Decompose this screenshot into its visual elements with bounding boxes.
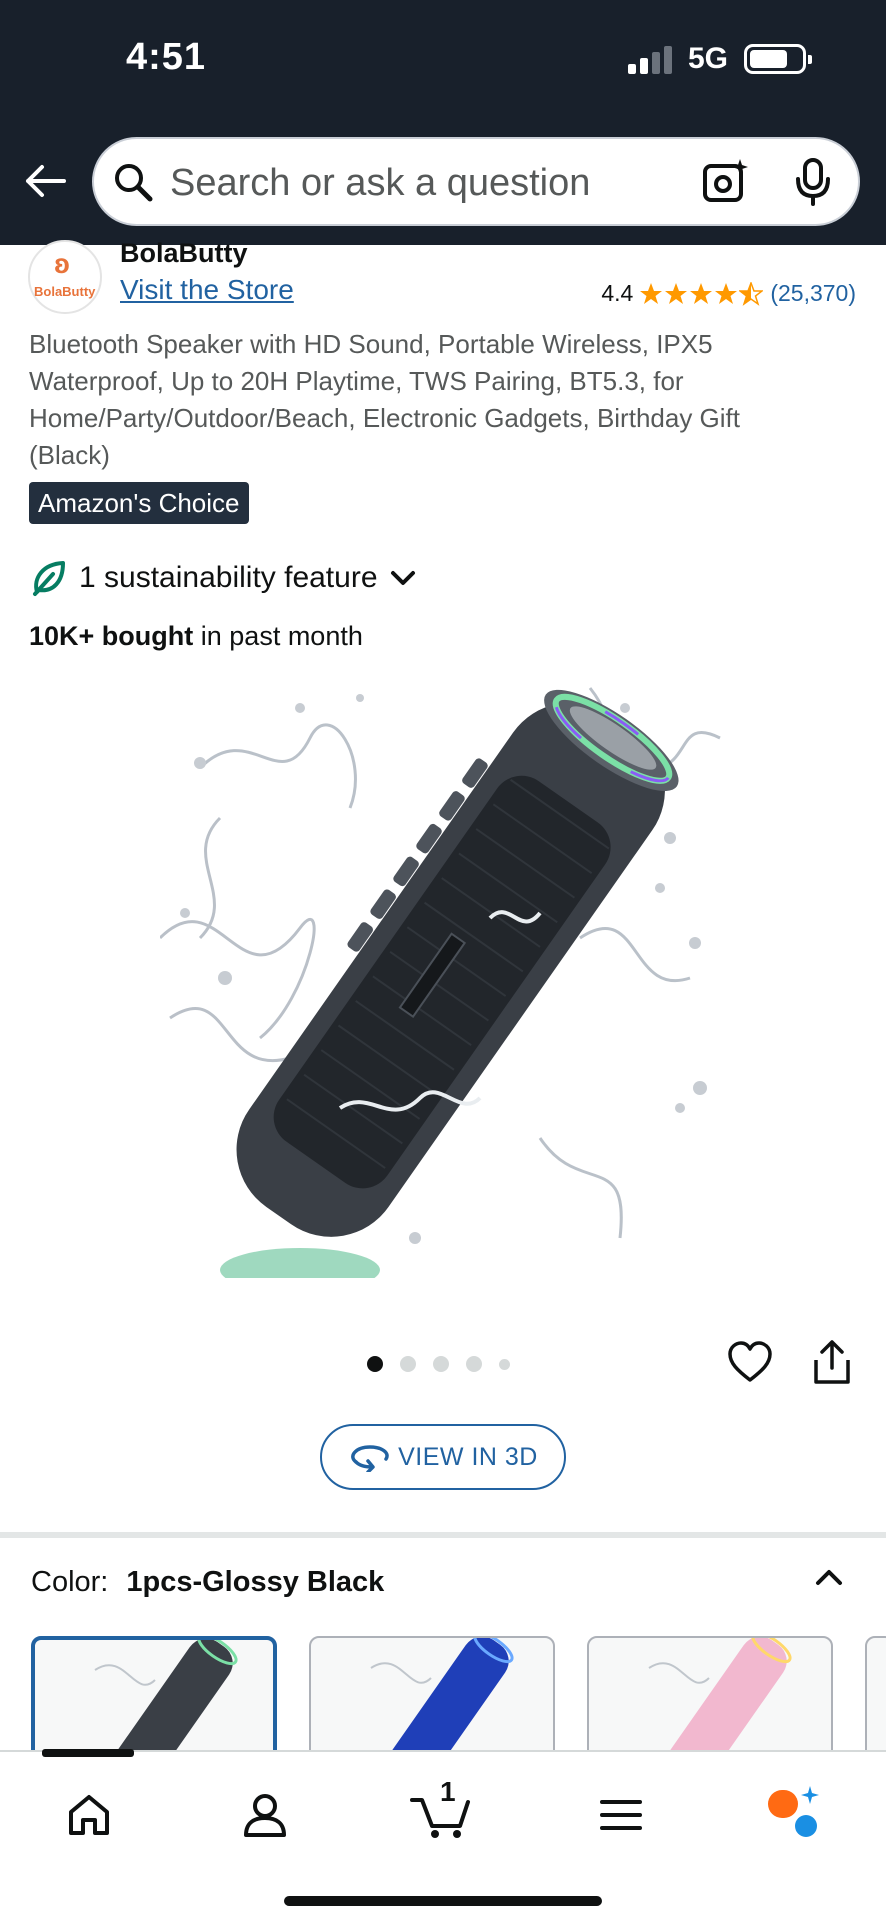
bottom-nav: 1 [0,1750,886,1920]
brand-logo-text: BolaButty [34,284,96,299]
search-bar[interactable]: Search or ask a question [92,137,860,226]
chevron-up-icon[interactable] [812,1560,846,1594]
swatch-image [94,1640,238,1752]
visit-store-link[interactable]: Visit the Store [120,274,294,306]
sustainability-label: 1 sustainability feature [79,561,378,594]
share-icon[interactable] [810,1338,854,1386]
leaf-icon [33,561,65,596]
home-indicator [284,1896,602,1906]
bought-count: 10K+ bought in past month [29,621,363,652]
bought-count-rest: in past month [193,621,363,651]
search-input[interactable]: Search or ask a question [170,162,590,205]
home-icon[interactable] [64,1790,114,1840]
rating-count: (25,370) [770,280,856,306]
rating-summary[interactable]: 4.4 (25,370) [601,280,856,307]
carousel-dot[interactable] [400,1356,416,1372]
battery-icon [744,44,812,74]
color-selector-label: Color: 1pcs-Glossy Black [31,1566,384,1599]
rating-value: 4.4 [601,280,634,306]
color-swatch-more[interactable] [865,1636,886,1756]
rotate-3d-icon [351,1445,389,1472]
back-arrow-icon[interactable] [22,158,68,204]
bought-count-bold: 10K+ bought [29,621,194,651]
half-star-icon [739,281,764,306]
color-label: Color: [31,1566,109,1598]
section-divider [0,1532,886,1538]
signal-icon [628,46,674,74]
carousel-dot[interactable] [466,1356,482,1372]
selected-swatch-indicator [42,1749,134,1757]
menu-icon[interactable] [596,1790,646,1840]
sustainability-toggle[interactable]: 1 sustainability feature [29,558,418,598]
brand-name: BolaButty [120,238,248,268]
carousel-dot[interactable] [499,1358,510,1370]
star-icon [665,282,688,304]
color-swatch-blue[interactable] [309,1636,555,1756]
microphone-icon[interactable] [794,157,832,207]
color-swatch-pink[interactable] [587,1636,833,1756]
carousel-dot[interactable] [367,1356,383,1372]
cart-button[interactable]: 1 [410,1776,474,1840]
account-icon[interactable] [240,1790,290,1840]
rufus-icon[interactable] [766,1784,822,1840]
brand-logo[interactable]: ʚ BolaButty [28,240,102,314]
star-icon [715,282,738,304]
network-type: 5G [688,42,729,75]
star-icon [690,282,713,304]
chevron-down-icon [390,571,415,585]
swatch-image [648,1638,792,1754]
color-swatch-black[interactable] [31,1636,277,1756]
star-rating [639,281,764,306]
status-time: 4:51 [126,36,207,78]
swatch-image [370,1638,514,1754]
carousel-dot[interactable] [433,1356,449,1372]
view-in-3d-button[interactable]: VIEW IN 3D [320,1424,566,1490]
selected-color: 1pcs-Glossy Black [126,1566,385,1598]
heart-icon[interactable] [727,1340,773,1386]
cart-count: 1 [440,1776,456,1807]
product-image[interactable] [160,678,730,1278]
app-header: 4:51 5G Search or ask a question [0,0,886,245]
camera-lens-icon[interactable] [702,157,750,205]
search-icon [115,164,153,202]
view-in-3d-label: VIEW IN 3D [398,1442,538,1471]
star-icon [640,282,663,304]
amazons-choice-badge: Amazon's Choice [29,482,249,524]
product-title: Bluetooth Speaker with HD Sound, Portabl… [29,329,740,470]
image-carousel-dots[interactable] [367,1356,527,1372]
